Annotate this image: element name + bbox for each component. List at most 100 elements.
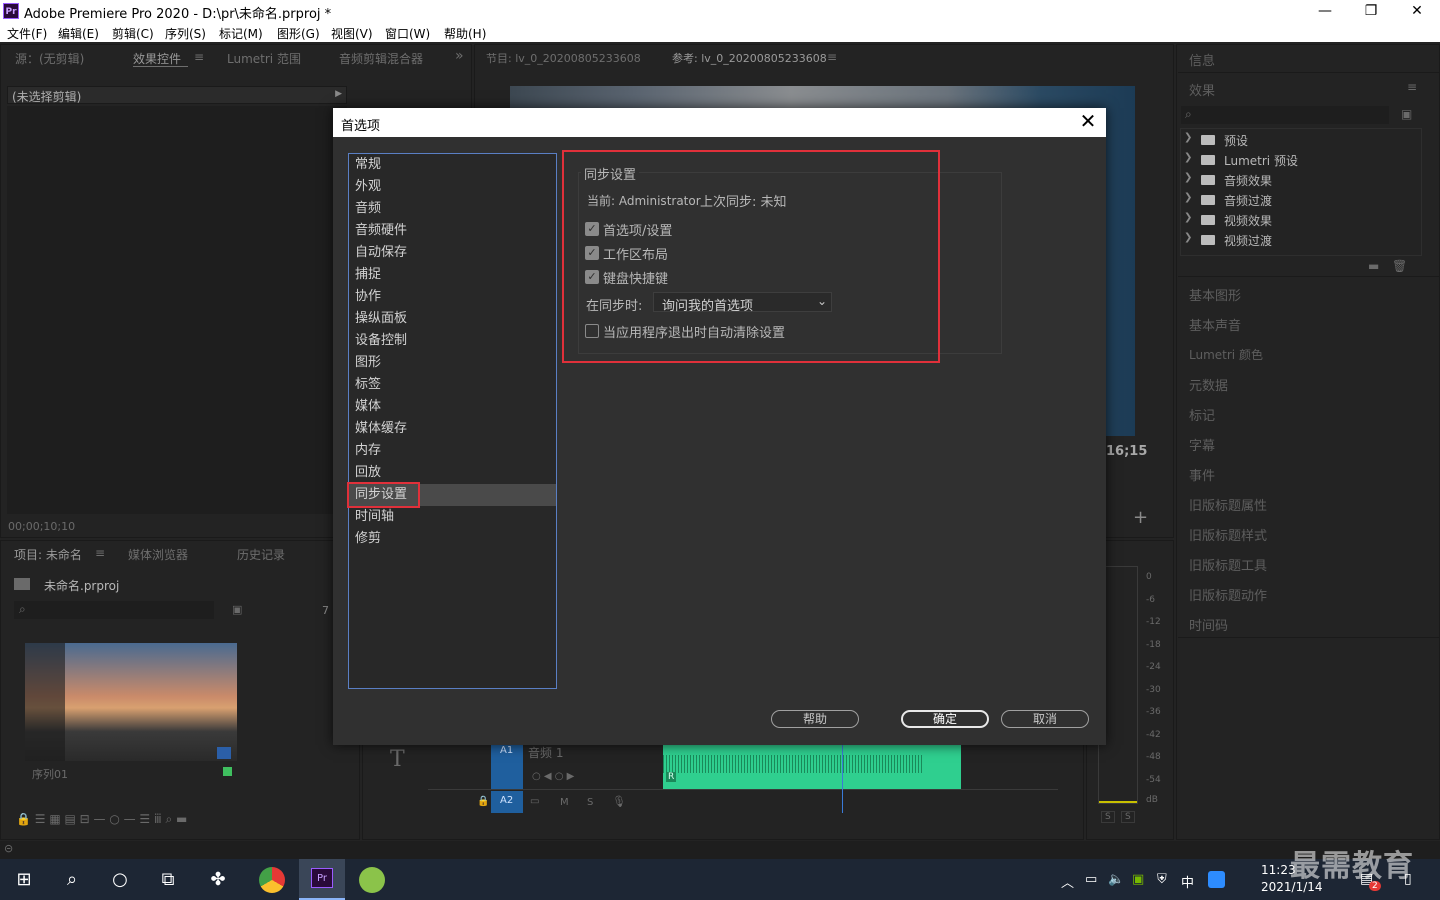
menu-graphics[interactable]: 图形(G) (277, 25, 320, 42)
effects-search-input[interactable]: ⌕ (1181, 106, 1389, 124)
menu-clip[interactable]: 剪辑(C) (112, 25, 154, 42)
project-toolbar-icons[interactable]: 🔒 ☰ ▦ ▤ ⊟ — ○ — ☰ ⅲ ⌕ ▬ (16, 812, 187, 827)
close-window-button[interactable]: ✕ (1394, 0, 1440, 22)
maximize-button[interactable]: ❐ (1348, 0, 1394, 22)
cancel-button[interactable]: 取消 (1001, 710, 1089, 728)
help-button[interactable]: 帮助 (771, 710, 859, 728)
tab-reference[interactable]: 参考: lv_0_20200805233608 (672, 50, 827, 66)
menu-marker[interactable]: 标记(M) (219, 25, 263, 42)
category-appearance[interactable]: 外观 (355, 176, 381, 198)
category-control-surface[interactable]: 操纵面板 (355, 308, 407, 330)
category-timeline[interactable]: 时间轴 (355, 506, 394, 528)
panel-legacy-title-properties[interactable]: 旧版标题属性 (1189, 495, 1267, 514)
reference-tab-menu-icon[interactable]: ≡ (827, 50, 837, 64)
panel-timecode[interactable]: 时间码 (1189, 615, 1228, 634)
tray-expand-icon[interactable]: ︿ (1061, 872, 1074, 891)
menu-help[interactable]: 帮助(H) (444, 25, 486, 42)
menu-edit[interactable]: 编辑(E) (58, 25, 99, 42)
category-media[interactable]: 媒体 (355, 396, 381, 418)
cortana-icon[interactable]: ○ (107, 867, 133, 893)
delete-icon[interactable]: 🗑 (1392, 259, 1407, 273)
category-media-cache[interactable]: 媒体缓存 (355, 418, 407, 440)
effects-folder-video-effects[interactable]: ❯ 视频效果 (1184, 210, 1420, 230)
category-trim[interactable]: 修剪 (355, 528, 381, 550)
category-auto-save[interactable]: 自动保存 (355, 242, 407, 264)
search-icon[interactable]: ⌕ (59, 867, 85, 893)
panel-captions[interactable]: 字幕 (1189, 435, 1215, 454)
category-collaboration[interactable]: 协作 (355, 286, 381, 308)
tab-media-browser[interactable]: 媒体浏览器 (128, 546, 188, 563)
effects-folder-audio-transitions[interactable]: ❯ 音频过渡 (1184, 190, 1420, 210)
tab-effect-controls[interactable]: 效果控件 (133, 50, 181, 67)
menu-sequence[interactable]: 序列(S) (165, 25, 206, 42)
track-a2-solo[interactable]: S (587, 797, 593, 808)
panel-markers[interactable]: 标记 (1189, 405, 1215, 424)
qq-icon[interactable] (1208, 871, 1225, 888)
premiere-taskbar-item[interactable]: Pr (299, 859, 345, 900)
track-a2-mute[interactable]: M (560, 797, 569, 808)
panel-legacy-title-styles[interactable]: 旧版标题样式 (1189, 525, 1267, 544)
type-tool-icon[interactable]: T (390, 747, 405, 772)
project-tab-menu-icon[interactable]: ≡ (95, 546, 105, 560)
panel-legacy-title-tools[interactable]: 旧版标题工具 (1189, 555, 1267, 574)
effects-folder-video-transitions[interactable]: ❯ 视频过渡 (1184, 230, 1420, 250)
category-playback[interactable]: 回放 (355, 462, 381, 484)
effects-folder-lumetri-presets[interactable]: ❯ Lumetri 预设 (1184, 150, 1420, 170)
chrome-icon[interactable] (259, 867, 285, 893)
panel-essential-graphics[interactable]: 基本图形 (1189, 285, 1241, 304)
effects-folder-presets[interactable]: ❯ 预设 (1184, 130, 1420, 150)
tab-program[interactable]: 节目: lv_0_20200805233608 (486, 50, 641, 66)
minimize-button[interactable]: — (1302, 0, 1348, 22)
task-view-icon[interactable]: ⧉ (155, 867, 181, 893)
track-a2-output-icon[interactable]: ▭ (530, 796, 539, 807)
meter-solo-left[interactable]: S (1101, 811, 1115, 823)
meter-solo-right[interactable]: S (1121, 811, 1135, 823)
category-general[interactable]: 常规 (355, 154, 381, 176)
green-app-icon[interactable] (359, 867, 385, 893)
category-device-control[interactable]: 设备控制 (355, 330, 407, 352)
network-icon[interactable]: ▭ (1085, 872, 1097, 887)
tab-source[interactable]: 源：(无剪辑) (15, 50, 84, 67)
tab-audio-clip-mixer[interactable]: 音频剪辑混合器 (339, 50, 423, 67)
track-a2-mic-icon[interactable]: 🎙 (612, 795, 626, 808)
menu-window[interactable]: 窗口(W) (385, 25, 430, 42)
new-bin-icon[interactable]: ▣ (232, 603, 242, 616)
category-graphics[interactable]: 图形 (355, 352, 381, 374)
new-preset-bin-icon[interactable]: ▣ (1401, 107, 1412, 121)
category-capture[interactable]: 捕捉 (355, 264, 381, 286)
panel-events[interactable]: 事件 (1189, 465, 1215, 484)
tab-history[interactable]: 历史记录 (237, 546, 285, 563)
volume-icon[interactable]: 🔈 (1108, 872, 1124, 887)
category-memory[interactable]: 内存 (355, 440, 381, 462)
panel-essential-sound[interactable]: 基本声音 (1189, 315, 1241, 334)
dialog-close-icon[interactable]: ✕ (1076, 110, 1100, 132)
category-audio-hardware[interactable]: 音频硬件 (355, 220, 407, 242)
panel-metadata[interactable]: 元数据 (1189, 375, 1228, 394)
track-a2-target[interactable]: A2 (491, 791, 523, 813)
effects-folder-audio-effects[interactable]: ❯ 音频效果 (1184, 170, 1420, 190)
track-a2-lock-icon[interactable]: 🔒 (477, 796, 489, 807)
nvidia-icon[interactable]: ▣ (1132, 872, 1144, 887)
sequence-thumbnail[interactable] (25, 643, 237, 761)
new-custom-bin-icon[interactable]: ▬ (1368, 259, 1379, 273)
windows-start-icon[interactable]: ⊞ (11, 867, 37, 893)
ok-button[interactable]: 确定 (901, 710, 989, 728)
category-audio[interactable]: 音频 (355, 198, 381, 220)
audio-clip[interactable]: R (663, 745, 961, 789)
pinwheel-app-icon[interactable]: ✤ (205, 867, 231, 893)
menu-view[interactable]: 视图(V) (331, 25, 373, 42)
security-icon[interactable]: ⛨ (1157, 872, 1167, 887)
panel-legacy-title-actions[interactable]: 旧版标题动作 (1189, 585, 1267, 604)
category-labels[interactable]: 标签 (355, 374, 381, 396)
menu-file[interactable]: 文件(F) (7, 25, 47, 42)
panel-lumetri-color[interactable]: Lumetri 颜色 (1189, 346, 1263, 363)
project-search-input[interactable]: ⌕ (14, 601, 214, 619)
tab-lumetri-scopes[interactable]: Lumetri 范围 (227, 50, 301, 67)
panel-overflow-icon[interactable]: » (455, 48, 464, 64)
effects-menu-icon[interactable]: ≡ (1407, 80, 1417, 94)
playhead-line[interactable] (842, 745, 843, 813)
track-a1-target[interactable]: A1 (491, 745, 523, 789)
tab-menu-icon[interactable]: ≡ (194, 50, 204, 64)
tab-info[interactable]: 信息 (1189, 50, 1215, 69)
track-a1-keyframe-controls[interactable]: ○ ◀ ○ ▶ (532, 771, 574, 782)
